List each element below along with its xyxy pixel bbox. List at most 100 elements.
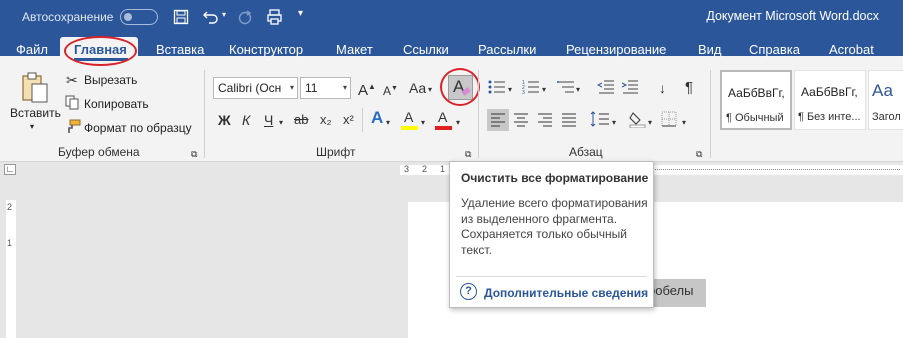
text-effects-button[interactable]: A — [371, 109, 383, 127]
subscript-button[interactable]: x₂ — [320, 111, 332, 129]
tab-view[interactable]: Вид — [698, 42, 722, 57]
font-color-bar — [435, 126, 452, 130]
tooltip-title: Очистить все форматирование — [461, 171, 649, 185]
clipboard-group-label: Буфер обмена — [58, 145, 140, 159]
numbering-dropdown-icon[interactable]: ▾ — [542, 81, 546, 99]
print-preview-icon[interactable] — [266, 8, 284, 26]
style-name: ¶ Обычный — [726, 112, 784, 124]
change-case-dropdown-icon[interactable]: ▾ — [428, 81, 432, 99]
font-name-combo[interactable]: Calibri (Осн ▾ — [213, 77, 298, 99]
copy-icon[interactable] — [65, 95, 79, 110]
sort-icon[interactable]: ↓ — [659, 79, 666, 97]
borders-icon[interactable] — [661, 111, 677, 127]
font-name-value: Calibri (Осн — [218, 81, 282, 95]
highlight-dropdown-icon[interactable]: ▾ — [421, 114, 425, 132]
tab-layout[interactable]: Макет — [336, 42, 373, 57]
customize-icon[interactable]: ▾ — [298, 8, 303, 19]
format-painter-button[interactable]: Формат по образцу — [84, 121, 192, 135]
font-color-button[interactable]: A — [438, 108, 447, 126]
undo-icon[interactable] — [202, 8, 220, 26]
tab-references[interactable]: Ссылки — [403, 42, 449, 57]
document-title: Документ Microsoft Word.docx — [706, 9, 879, 23]
borders-dropdown-icon[interactable]: ▾ — [682, 114, 686, 132]
justify-icon[interactable] — [561, 112, 577, 127]
tab-file[interactable]: Файл — [16, 42, 48, 57]
chevron-down-icon: ▾ — [342, 83, 347, 92]
format-painter-icon[interactable] — [65, 119, 81, 134]
paste-dropdown-icon[interactable]: ▾ — [30, 122, 34, 131]
grow-font-icon[interactable]: A▲ — [358, 78, 376, 100]
autosave-label: Автосохранение — [22, 10, 114, 24]
numbering-icon[interactable]: 123 — [522, 79, 540, 95]
bold-button[interactable]: Ж — [218, 111, 231, 129]
paste-button[interactable]: Вставить — [10, 106, 61, 120]
style-sample: АаБбВвГг, — [801, 85, 858, 99]
ruler-mark: 2 — [7, 202, 13, 212]
multilevel-dropdown-icon[interactable]: ▾ — [576, 81, 580, 99]
ruler-mark: 1 — [7, 238, 13, 248]
line-spacing-icon[interactable] — [590, 111, 610, 127]
save-icon[interactable] — [173, 9, 189, 25]
separator — [710, 70, 711, 158]
superscript-button[interactable]: x² — [343, 111, 354, 129]
shading-icon[interactable] — [629, 110, 647, 128]
underline-dropdown-icon[interactable]: ▾ — [279, 114, 283, 132]
line-spacing-dropdown-icon[interactable]: ▾ — [612, 114, 616, 132]
clipboard-launcher-icon[interactable]: ⧉ — [191, 145, 197, 163]
separator — [478, 70, 479, 158]
highlight-color-bar — [401, 126, 418, 130]
strikethrough-button[interactable]: ab — [294, 111, 308, 129]
separator — [362, 108, 363, 132]
vertical-ruler-area — [6, 200, 16, 338]
tab-acrobat[interactable]: Acrobat — [829, 42, 874, 57]
copy-button[interactable]: Копировать — [84, 97, 149, 111]
show-marks-button[interactable]: ¶ — [685, 79, 693, 97]
tab-help[interactable]: Справка — [749, 42, 800, 57]
cut-button[interactable]: Вырезать — [84, 73, 137, 87]
tab-review[interactable]: Рецензирование — [566, 42, 666, 57]
autosave-toggle[interactable] — [120, 9, 158, 25]
tooltip-body: Удаление всего форматирования из выделен… — [461, 196, 648, 257]
tab-mailings[interactable]: Рассылки — [478, 42, 536, 57]
annotation-circle-home-tab — [64, 36, 137, 66]
style-sample: Аа — [872, 81, 893, 100]
font-size-value: 11 — [305, 81, 318, 95]
ruler-tab-selector[interactable]: ∟ — [4, 164, 16, 175]
bullets-icon[interactable] — [488, 79, 506, 95]
tooltip-more-info-link[interactable]: Дополнительные сведения — [484, 286, 648, 300]
paragraph-group-label: Абзац — [569, 145, 603, 159]
highlight-button[interactable]: A — [404, 108, 413, 126]
style-no-spacing[interactable]: АаБбВвГг, ¶ Без инте... — [794, 70, 866, 130]
multilevel-list-icon[interactable] — [557, 79, 575, 95]
undo-dropdown-icon[interactable]: ▾ — [222, 10, 226, 19]
shrink-font-icon[interactable]: A▼ — [383, 80, 398, 100]
increase-indent-icon[interactable] — [621, 79, 639, 95]
tab-design[interactable]: Конструктор — [229, 42, 303, 57]
separator — [204, 70, 205, 158]
help-icon[interactable]: ? — [460, 283, 477, 300]
tab-insert[interactable]: Вставка — [156, 42, 204, 57]
ruler-mark: 1 — [440, 164, 446, 174]
redo-icon[interactable] — [236, 8, 254, 26]
paragraph-launcher-icon[interactable]: ⧉ — [696, 145, 702, 163]
document-text[interactable]: робелы — [648, 283, 694, 298]
cut-icon[interactable]: ✂ — [66, 71, 78, 89]
style-normal[interactable]: АаБбВвГг, ¶ Обычный — [720, 70, 792, 130]
align-right-icon[interactable] — [537, 112, 553, 127]
shading-dropdown-icon[interactable]: ▾ — [648, 114, 652, 132]
italic-button[interactable]: К — [242, 111, 250, 129]
align-center-icon[interactable] — [513, 112, 529, 127]
change-case-button[interactable]: Aa — [409, 79, 426, 97]
font-size-combo[interactable]: 11 ▾ — [300, 77, 351, 99]
decrease-indent-icon[interactable] — [597, 79, 615, 95]
style-heading[interactable]: Аа Загол — [868, 70, 903, 130]
bullets-dropdown-icon[interactable]: ▾ — [508, 81, 512, 99]
font-color-dropdown-icon[interactable]: ▾ — [456, 114, 460, 132]
ruler-mark: 2 — [422, 164, 428, 174]
paste-icon[interactable] — [20, 71, 50, 105]
ruler-mark: 3 — [404, 164, 410, 174]
underline-button[interactable]: Ч — [264, 111, 273, 129]
annotation-circle-clear-formatting — [440, 68, 480, 106]
font-group-label: Шрифт — [316, 145, 356, 159]
text-effects-dropdown-icon[interactable]: ▾ — [386, 114, 390, 132]
